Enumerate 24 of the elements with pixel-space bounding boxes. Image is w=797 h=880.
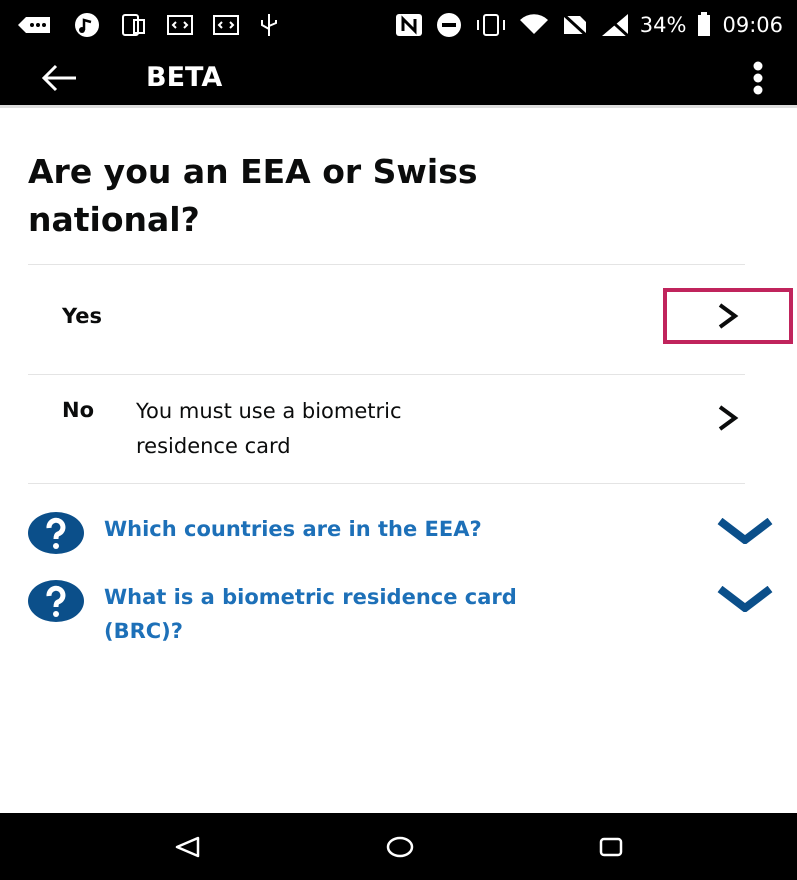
battery-percentage: 34%: [640, 13, 686, 37]
question-mark-icon: [28, 580, 84, 622]
chevron-down-icon[interactable]: [717, 586, 773, 612]
music-icon: [72, 12, 102, 38]
triangle-back-icon: [174, 834, 202, 858]
circle-home-icon: [386, 834, 414, 858]
code-icon: [212, 12, 240, 38]
faq-link[interactable]: What is a biometric residence card (BRC)?: [104, 580, 574, 648]
chevron-right-icon: [717, 302, 739, 330]
battery-icon: [696, 12, 712, 38]
option-hint: You must use a biometric residence card: [136, 398, 403, 460]
more-vertical-icon: [751, 60, 765, 96]
chevron-down-icon[interactable]: [717, 518, 773, 544]
question-mark-icon: [28, 512, 84, 554]
app-title: BETA: [146, 62, 224, 93]
faq-link[interactable]: Which countries are in the EEA?: [104, 512, 574, 546]
phone-icon: [120, 12, 148, 38]
question-heading: Are you an EEA or Swiss national?: [28, 151, 478, 241]
chevron-right-icon: [717, 404, 739, 432]
code-icon: [166, 12, 194, 38]
clock: 09:06: [722, 13, 783, 37]
nfc-icon: [394, 12, 424, 38]
usb-icon: [258, 12, 280, 38]
signal-icon: [600, 12, 630, 38]
